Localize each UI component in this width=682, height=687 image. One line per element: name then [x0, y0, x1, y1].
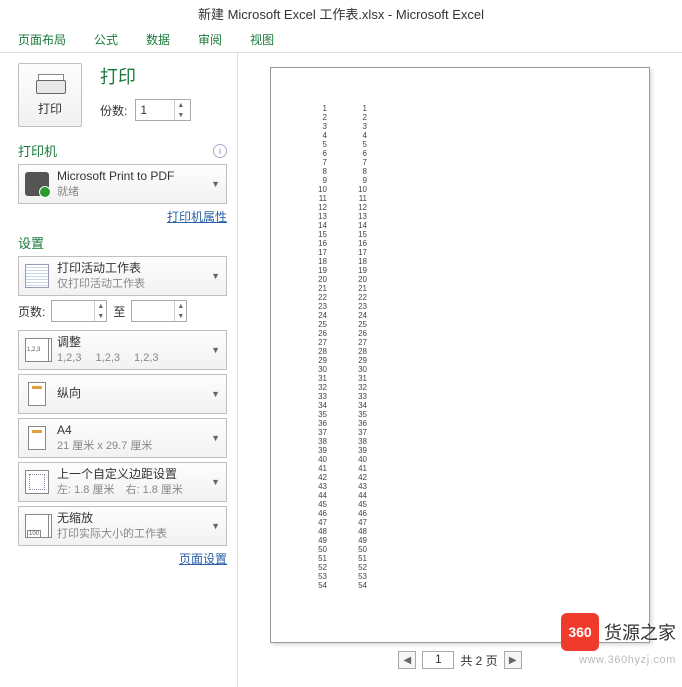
- paper-icon: [28, 426, 46, 450]
- printer-dropdown[interactable]: Microsoft Print to PDF 就绪 ▼: [18, 164, 227, 204]
- printer-section-label: 打印机: [18, 141, 57, 160]
- watermark-text: 货源之家: [604, 619, 676, 645]
- watermark-badge: 360: [561, 613, 599, 651]
- margins-sublabel: 左: 1.8 厘米 右: 1.8 厘米: [57, 483, 203, 497]
- portrait-icon: [28, 382, 46, 406]
- copies-value: 1: [140, 103, 147, 117]
- copies-input[interactable]: 1 ▲▼: [135, 99, 191, 121]
- printer-status: 就绪: [57, 185, 203, 199]
- print-title: 打印: [100, 63, 227, 89]
- collate-dropdown[interactable]: 调整 1,2,3 1,2,3 1,2,3 ▼: [18, 330, 227, 370]
- margins-icon: [25, 470, 49, 494]
- worksheet-icon: [25, 264, 49, 288]
- chevron-down-icon: ▼: [211, 521, 220, 531]
- orientation-dropdown[interactable]: 纵向 ▼: [18, 374, 227, 414]
- chevron-down-icon: ▼: [211, 345, 220, 355]
- chevron-down-icon: ▼: [211, 271, 220, 281]
- copies-label: 份数:: [100, 102, 127, 119]
- page-setup-link[interactable]: 页面设置: [18, 550, 227, 567]
- print-preview-area: 1 2 3 4 5 6 7 8 9 10 11 12 13 14 15 16 1…: [238, 53, 682, 687]
- tab-data[interactable]: 数据: [146, 31, 170, 48]
- current-page-input[interactable]: 1: [422, 651, 454, 669]
- window-title: 新建 Microsoft Excel 工作表.xlsx - Microsoft …: [0, 0, 682, 29]
- printer-name: Microsoft Print to PDF: [57, 169, 203, 185]
- copies-spinner[interactable]: ▲▼: [174, 100, 186, 120]
- margins-dropdown[interactable]: 上一个自定义边距设置 左: 1.8 厘米 右: 1.8 厘米 ▼: [18, 462, 227, 502]
- preview-page: 1 2 3 4 5 6 7 8 9 10 11 12 13 14 15 16 1…: [270, 67, 650, 643]
- watermark: 360 货源之家 www.360hyzj.com: [561, 613, 676, 666]
- pages-from-input[interactable]: ▲▼: [51, 300, 107, 322]
- tab-page-layout[interactable]: 页面布局: [18, 31, 66, 48]
- preview-column: 1 2 3 4 5 6 7 8 9 10 11 12 13 14 15 16 1…: [351, 104, 367, 590]
- printer-device-icon: [25, 172, 49, 196]
- scaling-label: 无缩放: [57, 511, 203, 527]
- tab-view[interactable]: 视图: [250, 31, 274, 48]
- preview-column: 1 2 3 4 5 6 7 8 9 10 11 12 13 14 15 16 1…: [311, 104, 327, 590]
- scaling-icon: [25, 514, 49, 538]
- print-button[interactable]: 打印: [18, 63, 82, 127]
- collate-sublabel: 1,2,3 1,2,3 1,2,3: [57, 351, 203, 365]
- pages-to-spinner[interactable]: ▲▼: [174, 301, 186, 321]
- margins-label: 上一个自定义边距设置: [57, 467, 203, 483]
- tab-review[interactable]: 审阅: [198, 31, 222, 48]
- print-what-label: 打印活动工作表: [57, 261, 203, 277]
- orientation-label: 纵向: [57, 386, 203, 402]
- watermark-url: www.360hyzj.com: [579, 654, 676, 666]
- ribbon-tabs: 页面布局 公式 数据 审阅 视图: [0, 29, 682, 53]
- prev-page-button[interactable]: ◀: [398, 651, 416, 669]
- pages-to-input[interactable]: ▲▼: [131, 300, 187, 322]
- chevron-down-icon: ▼: [211, 179, 220, 189]
- printer-properties-link[interactable]: 打印机属性: [18, 208, 227, 225]
- info-icon[interactable]: i: [213, 144, 227, 158]
- chevron-down-icon: ▼: [211, 389, 220, 399]
- print-what-dropdown[interactable]: 打印活动工作表 仅打印活动工作表 ▼: [18, 256, 227, 296]
- pages-label: 页数:: [18, 303, 45, 320]
- pages-to-label: 至: [113, 303, 125, 320]
- print-settings-panel: 打印 打印 份数: 1 ▲▼ 打印机 i Microsoft Print to …: [0, 53, 238, 687]
- collate-icon: [25, 338, 49, 362]
- settings-section-label: 设置: [18, 233, 44, 252]
- print-button-label: 打印: [38, 100, 62, 117]
- scaling-sublabel: 打印实际大小的工作表: [57, 527, 203, 541]
- next-page-button[interactable]: ▶: [504, 651, 522, 669]
- pages-from-spinner[interactable]: ▲▼: [94, 301, 106, 321]
- print-what-sublabel: 仅打印活动工作表: [57, 277, 203, 291]
- paper-label: A4: [57, 423, 203, 439]
- chevron-down-icon: ▼: [211, 477, 220, 487]
- total-pages-label: 共 2 页: [460, 652, 497, 669]
- printer-icon: [36, 74, 64, 96]
- paper-sublabel: 21 厘米 x 29.7 厘米: [57, 439, 203, 453]
- tab-formulas[interactable]: 公式: [94, 31, 118, 48]
- chevron-down-icon: ▼: [211, 433, 220, 443]
- paper-size-dropdown[interactable]: A4 21 厘米 x 29.7 厘米 ▼: [18, 418, 227, 458]
- scaling-dropdown[interactable]: 无缩放 打印实际大小的工作表 ▼: [18, 506, 227, 546]
- collate-label: 调整: [57, 335, 203, 351]
